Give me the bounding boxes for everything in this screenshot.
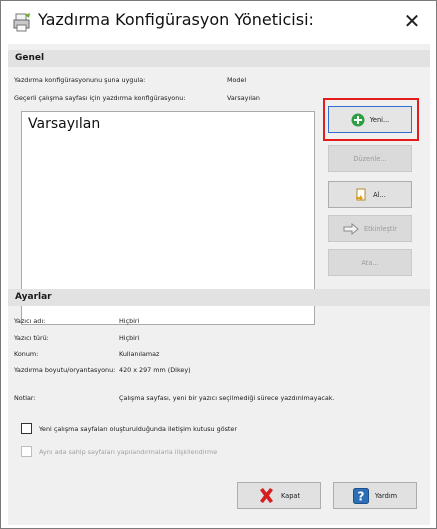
show-dialog-label: Yeni çalışma sayfaları oluşturulduğunda … (39, 425, 237, 433)
new-config-button[interactable]: Yeni... (328, 106, 412, 133)
settings-heading: Ayarlar (15, 292, 52, 302)
close-dialog-button[interactable]: Kapat (237, 482, 321, 509)
apply-config-value: Model (227, 76, 247, 84)
general-section-header: Genel (8, 50, 430, 67)
printer-type-value: Hiçbiri (119, 334, 140, 342)
title-bar: Yazdırma Konfigürasyon Yöneticisi: ✕ (1, 1, 436, 41)
activate-button-label: Etkinleştir (363, 224, 398, 233)
apply-config-label: Yazdırma konfigürasyonunu şuna uygula: (14, 76, 146, 84)
general-heading: Genel (15, 53, 45, 63)
current-config-value: Varsayılan (227, 94, 260, 102)
import-config-button[interactable]: Al... (328, 181, 412, 208)
link-configs-label: Aynı ada sahip sayfaları yapılandırmalar… (39, 448, 218, 456)
notes-value: Çalışma sayfası, yeni bir yazıcı seçilme… (119, 394, 335, 402)
printer-name-value: Hiçbiri (119, 317, 140, 325)
notes-label: Notlar: (14, 394, 36, 402)
location-value: Kullanılamaz (119, 350, 160, 358)
activate-config-button[interactable]: Etkinleştir (328, 215, 412, 242)
dialog-content: Genel Yazdırma konfigürasyonunu şuna uyg… (8, 44, 430, 525)
assign-button-label: Ata... (361, 258, 379, 267)
import-button-label: Al... (373, 190, 386, 199)
printer-app-icon (13, 13, 30, 32)
printer-name-label: Yazıcı adı: (14, 317, 46, 325)
printer-type-label: Yazıcı türü: (14, 334, 49, 342)
print-size-value: 420 x 297 mm (Dikey) (119, 366, 191, 374)
print-config-manager-dialog: Yazdırma Konfigürasyon Yöneticisi: ✕ Gen… (0, 0, 437, 529)
help-button[interactable]: ? Yardım (333, 482, 417, 509)
settings-section-header: Ayarlar (8, 289, 430, 306)
close-button-label: Kapat (280, 491, 301, 500)
link-configs-checkbox[interactable] (21, 446, 32, 457)
print-size-label: Yazdırma boyutu/oryantasyonu: (14, 366, 116, 374)
new-button-label: Yeni... (369, 115, 390, 124)
svg-text:?: ? (357, 489, 364, 503)
red-x-icon (259, 488, 273, 503)
arrow-right-icon (343, 222, 359, 235)
plus-circle-icon (351, 113, 365, 126)
current-config-label: Geçerli çalışma sayfası için yazdırma ko… (14, 94, 186, 102)
help-button-label: Yardım (374, 491, 398, 500)
help-question-icon: ? (352, 487, 369, 504)
dialog-title: Yazdırma Konfigürasyon Yöneticisi: (38, 10, 314, 29)
show-dialog-checkbox[interactable] (21, 423, 32, 434)
assign-config-button[interactable]: Ata... (328, 249, 412, 276)
edit-config-button[interactable]: Düzenle... (328, 145, 412, 172)
import-document-icon (356, 188, 366, 201)
close-window-button[interactable]: ✕ (398, 7, 426, 35)
config-list-item[interactable]: Varsayılan (28, 116, 100, 132)
edit-button-label: Düzenle... (353, 154, 387, 163)
location-label: Konum: (14, 350, 39, 358)
